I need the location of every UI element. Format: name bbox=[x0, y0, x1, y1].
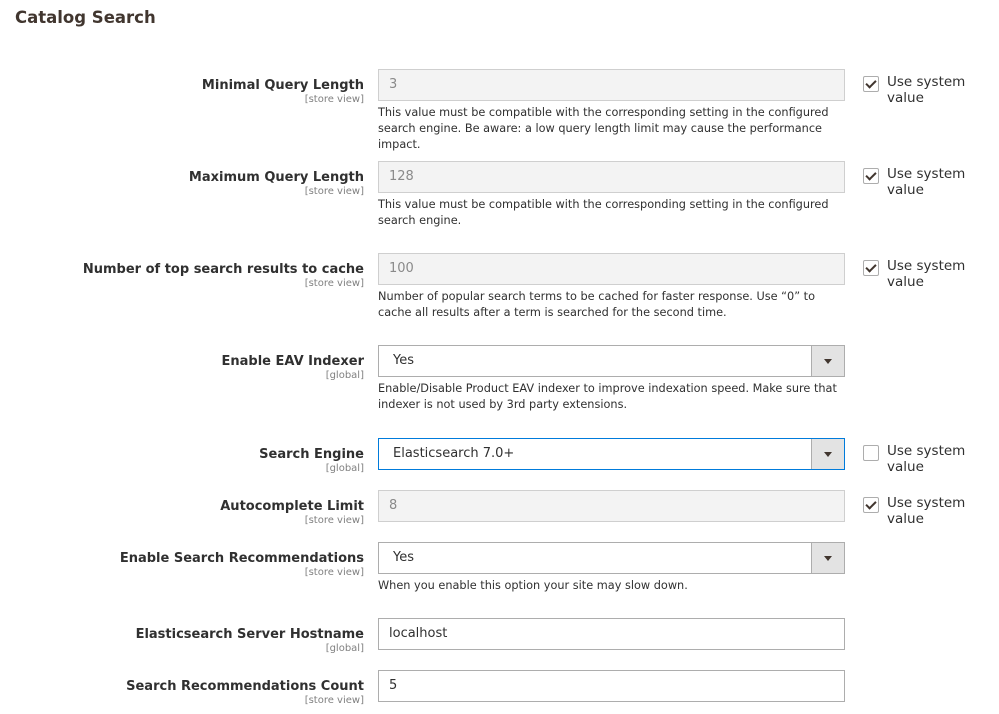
use-system-value-checkbox[interactable] bbox=[863, 260, 879, 276]
autocomplete-limit-input[interactable]: 8 bbox=[378, 490, 845, 522]
scope-label: [store view] bbox=[304, 278, 364, 289]
scope-label: [global] bbox=[325, 463, 364, 474]
use-system-value-label[interactable]: Use system value bbox=[887, 166, 999, 198]
field-label: Number of top search results to cache bbox=[82, 262, 364, 277]
use-system-value-label[interactable]: Use system value bbox=[887, 258, 999, 290]
field-note: Number of popular search terms to be cac… bbox=[378, 290, 815, 319]
field-label: Enable EAV Indexer bbox=[221, 354, 365, 369]
input-value: localhost bbox=[389, 626, 448, 641]
scope-label: [store view] bbox=[304, 515, 364, 526]
scope-label: [store view] bbox=[304, 186, 364, 197]
field-note: This value must be compatible with the c… bbox=[378, 198, 829, 227]
search-recommendations-count-input[interactable]: 5 bbox=[378, 670, 845, 702]
chevron-down-icon bbox=[811, 543, 844, 573]
input-value: 8 bbox=[389, 498, 398, 513]
enable-search-recommendations-select[interactable]: Yes bbox=[378, 542, 845, 574]
use-system-value-checkbox[interactable] bbox=[863, 497, 879, 513]
scope-label: [store view] bbox=[304, 695, 364, 706]
select-value: Elasticsearch 7.0+ bbox=[393, 446, 515, 461]
scope-label: [store view] bbox=[304, 567, 364, 578]
input-value: 100 bbox=[389, 261, 414, 276]
top-search-results-cache-input[interactable]: 100 bbox=[378, 253, 845, 285]
chevron-down-icon bbox=[811, 439, 844, 469]
section-title: Catalog Search bbox=[15, 8, 156, 27]
scope-label: [store view] bbox=[304, 94, 364, 105]
use-system-value-label[interactable]: Use system value bbox=[887, 495, 999, 527]
field-label: Search Recommendations Count bbox=[126, 679, 364, 694]
use-system-value-label[interactable]: Use system value bbox=[887, 74, 999, 106]
elasticsearch-hostname-input[interactable]: localhost bbox=[378, 618, 845, 650]
enable-eav-indexer-select[interactable]: Yes bbox=[378, 345, 845, 377]
maximum-query-length-input[interactable]: 128 bbox=[378, 161, 845, 193]
select-value: Yes bbox=[393, 353, 414, 368]
use-system-value-checkbox[interactable] bbox=[863, 445, 879, 461]
scope-label: [global] bbox=[325, 643, 364, 654]
field-note: Enable/Disable Product EAV indexer to im… bbox=[378, 382, 837, 411]
minimal-query-length-input[interactable]: 3 bbox=[378, 69, 845, 101]
select-value: Yes bbox=[393, 550, 414, 565]
chevron-down-icon bbox=[811, 346, 844, 376]
input-value: 128 bbox=[389, 169, 414, 184]
search-engine-select[interactable]: Elasticsearch 7.0+ bbox=[378, 438, 845, 470]
field-label: Elasticsearch Server Hostname bbox=[135, 627, 364, 642]
field-label: Minimal Query Length bbox=[201, 78, 364, 93]
field-note: When you enable this option your site ma… bbox=[378, 579, 688, 592]
use-system-value-checkbox[interactable] bbox=[863, 168, 879, 184]
field-note: This value must be compatible with the c… bbox=[378, 106, 829, 151]
scope-label: [global] bbox=[325, 370, 364, 381]
input-value: 3 bbox=[389, 77, 398, 92]
field-label: Search Engine bbox=[259, 447, 364, 462]
field-label: Autocomplete Limit bbox=[220, 499, 364, 514]
field-label: Enable Search Recommendations bbox=[119, 551, 364, 566]
use-system-value-checkbox[interactable] bbox=[863, 76, 879, 92]
input-value: 5 bbox=[389, 678, 398, 693]
use-system-value-label[interactable]: Use system value bbox=[887, 443, 999, 475]
field-label: Maximum Query Length bbox=[188, 170, 364, 185]
